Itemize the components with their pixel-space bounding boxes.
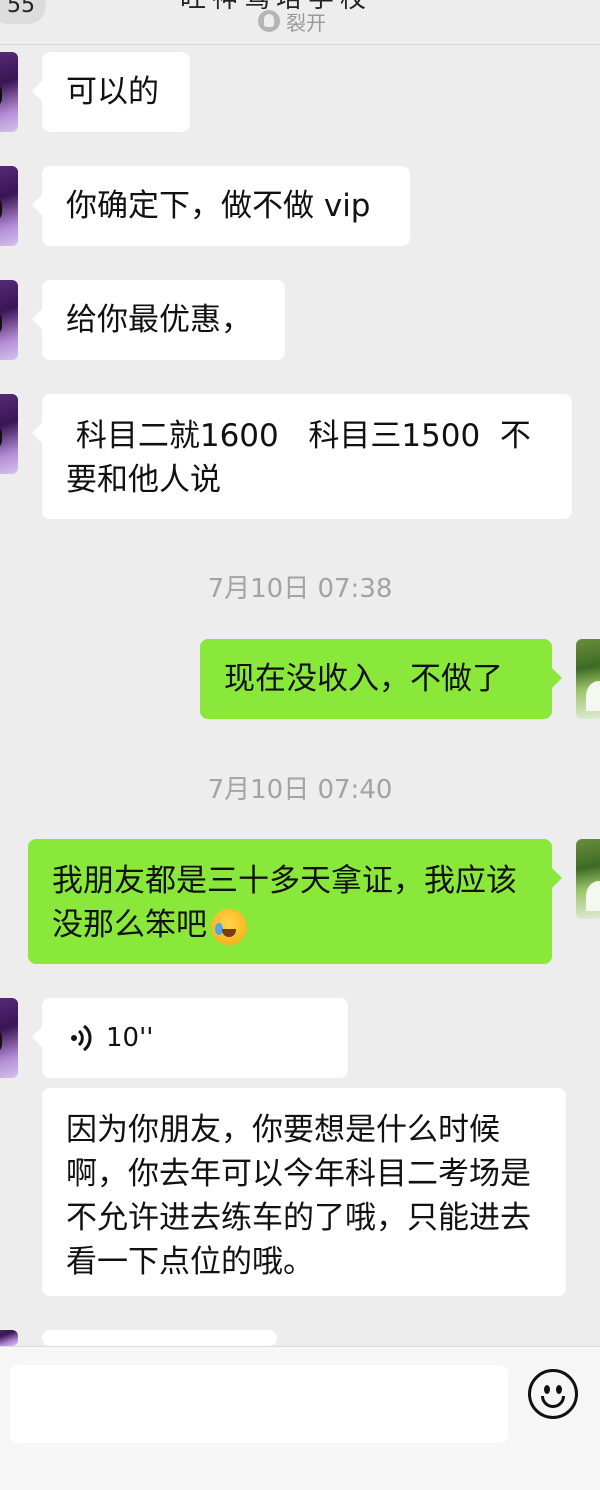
contact-avatar[interactable]: [0, 52, 18, 132]
message-text: 可以的: [66, 74, 159, 110]
status-text: 裂开: [286, 10, 326, 35]
voice-message-bubble[interactable]: 10'': [32, 998, 348, 1078]
contact-status: 裂开: [258, 8, 326, 35]
message-text: 科目二就1600 科目三1500 不要和他人说: [66, 418, 531, 498]
sent-message-bubble[interactable]: 现在没收入，不做了: [200, 639, 562, 719]
chat-header: 55 旺神驾培学校 裂开: [0, 0, 600, 45]
user-avatar[interactable]: [576, 839, 600, 919]
message-text: 我朋友都是三十多天拿证，我应该没那么笨吧: [52, 863, 517, 943]
message-text: 给你最优惠，: [66, 302, 252, 338]
crying-laughing-emoji-icon: [211, 908, 247, 945]
input-bar: [0, 1346, 600, 1490]
message-bubble[interactable]: [42, 1330, 277, 1346]
message-bubble[interactable]: 因为你朋友，你要想是什么时候啊，你去年可以今年科目二考场是不允许进去练车的了哦，…: [42, 1088, 566, 1296]
message-input[interactable]: [10, 1365, 508, 1443]
split-heart-icon: [258, 10, 280, 32]
contact-avatar[interactable]: [0, 280, 18, 360]
smiley-face-icon[interactable]: [528, 1369, 578, 1419]
contact-avatar[interactable]: [0, 166, 18, 246]
message-bubble[interactable]: 你确定下，做不做 vip: [32, 166, 410, 246]
sent-message-bubble[interactable]: 我朋友都是三十多天拿证，我应该没那么笨吧: [28, 839, 562, 964]
message-text: 现在没收入，不做了: [224, 661, 503, 697]
message-text: 你确定下，做不做 vip: [66, 188, 371, 224]
contact-avatar[interactable]: [0, 1330, 18, 1346]
contact-avatar[interactable]: [0, 998, 18, 1078]
smiley-mouth: [541, 1396, 565, 1408]
voice-duration: 10'': [106, 1023, 154, 1053]
message-bubble[interactable]: 科目二就1600 科目三1500 不要和他人说: [32, 394, 572, 519]
back-button-unread-count[interactable]: 55: [0, 0, 46, 24]
message-text: 因为你朋友，你要想是什么时候啊，你去年可以今年科目二考场是不允许进去练车的了哦，…: [66, 1112, 531, 1280]
smiley-eye-right: [556, 1385, 562, 1394]
message-content: 我朋友都是三十多天拿证，我应该没那么笨吧: [52, 859, 528, 947]
message-timestamp: 7月10日 07:40: [207, 775, 393, 805]
user-avatar[interactable]: [576, 639, 600, 719]
voice-wave-icon: [71, 1024, 92, 1052]
message-timestamp: 7月10日 07:38: [207, 574, 393, 604]
message-bubble[interactable]: 可以的: [32, 52, 190, 132]
contact-avatar[interactable]: [0, 394, 18, 474]
smiley-eye-left: [544, 1385, 550, 1394]
message-bubble[interactable]: 给你最优惠，: [32, 280, 285, 360]
